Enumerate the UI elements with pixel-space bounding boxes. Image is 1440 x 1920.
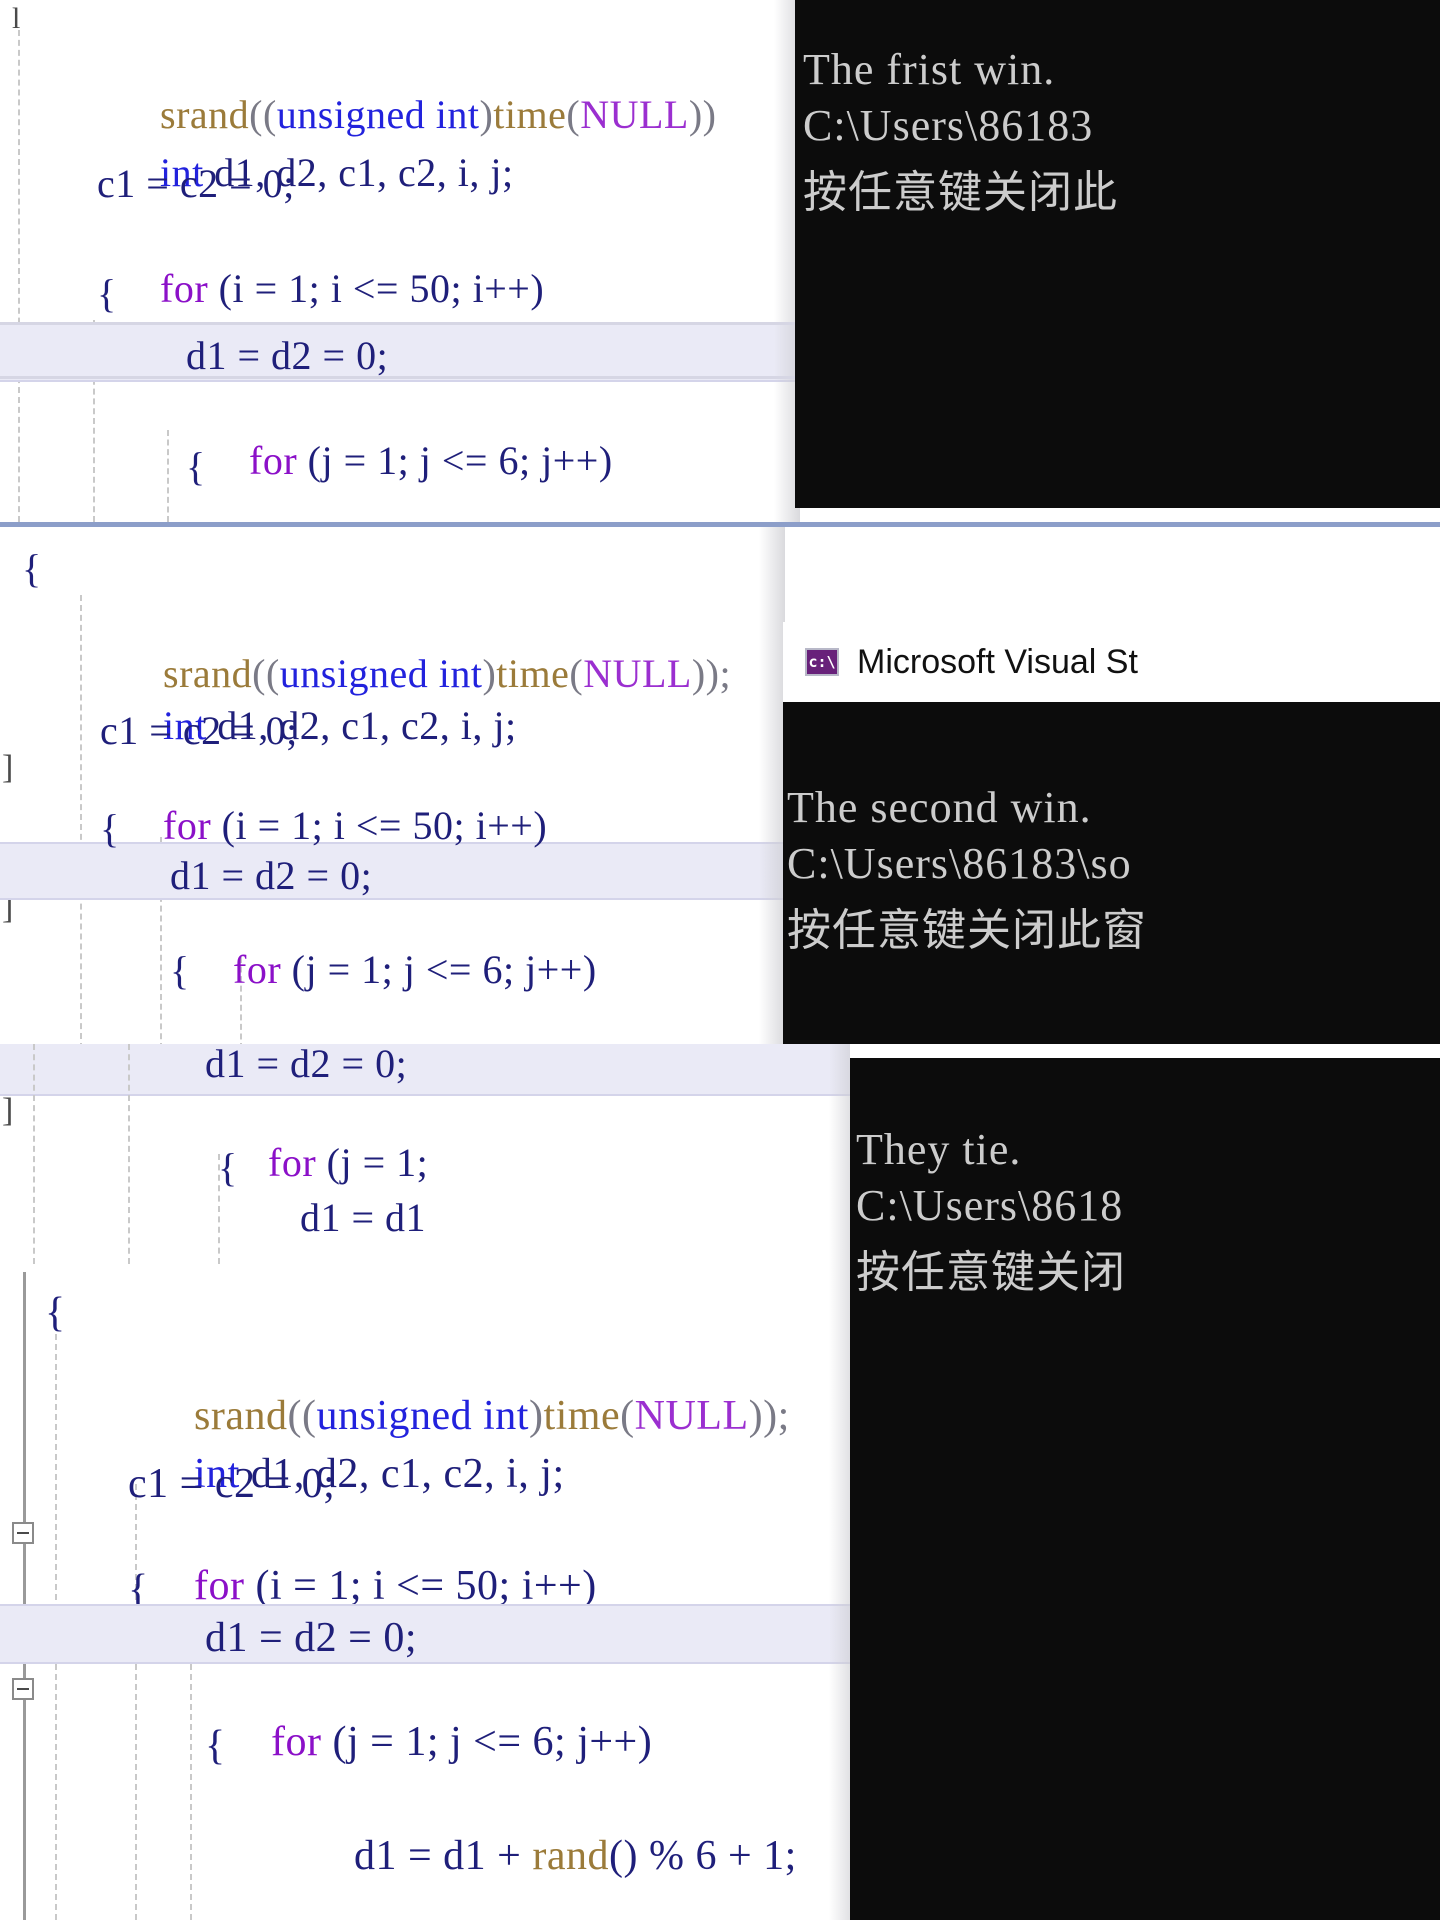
- code-line-brace-open-inner: {: [205, 1723, 226, 1769]
- code-line-brace-open-outer: {: [45, 1290, 66, 1336]
- code-line-dice-remnant: d1 = d1: [300, 1195, 427, 1240]
- token-null: NULL: [580, 92, 689, 137]
- console-output-result: The frist win.: [803, 45, 1056, 94]
- token-for: for: [268, 1140, 317, 1185]
- token-null: NULL: [583, 651, 692, 696]
- token-null: NULL: [634, 1393, 749, 1439]
- indent-guide: [18, 30, 20, 522]
- console-window-1[interactable]: The frist win. C:\Users\86183 按任意键关闭此: [795, 0, 1440, 508]
- token-for: for: [160, 266, 209, 311]
- code-line-brace-open: {: [100, 806, 120, 851]
- console-output-path: C:\Users\86183: [803, 101, 1094, 150]
- console-window-3[interactable]: They tie. C:\Users\8618 按任意键关闭: [850, 1044, 1440, 1920]
- indent-guide: [128, 1044, 130, 1264]
- window-title-text: Microsoft Visual St: [857, 642, 1138, 681]
- gutter-stray-bracket: ]: [2, 749, 14, 786]
- console-window-2[interactable]: The second win. C:\Users\86183\so 按任意键关闭…: [783, 702, 1440, 1044]
- code-editor-1[interactable]: l srand((unsigned int)time(NULL)) int d1…: [0, 0, 800, 522]
- code-line-brace-open-outer: {: [22, 546, 42, 591]
- token-for: for: [163, 803, 212, 848]
- editor-left-border: [23, 1272, 26, 1920]
- current-line-highlight: [0, 1604, 855, 1664]
- console-output-result: The second win.: [787, 783, 1092, 832]
- code-line-reset: d1 = d2 = 0;: [205, 1615, 418, 1661]
- code-line-brace-remnant: {: [218, 1145, 238, 1190]
- console-output-path: C:\Users\86183\so: [787, 839, 1132, 888]
- indent-guide: [80, 595, 82, 1044]
- code-editor-2[interactable]: ] ] { srand((unsigned int)time(NULL)); i…: [0, 527, 785, 1044]
- code-line-dice1: d1 = d1 + rand() % 6 + 1;: [250, 995, 735, 1044]
- panel-divider-soft: [0, 376, 795, 379]
- console-output-prompt: 按任意键关闭此: [803, 167, 1118, 218]
- console-window-titlebar[interactable]: c:\ Microsoft Visual St: [783, 622, 1440, 702]
- code-line-brace-open-inner: {: [186, 444, 206, 489]
- panel-divider-soft: [0, 322, 795, 325]
- console-output-prompt: 按任意键关闭此窗: [787, 905, 1147, 956]
- code-editor-3[interactable]: ] d1 = d2 = 0; for (j = 1; { d1 = d1 { s…: [0, 1044, 855, 1920]
- token-rand: rand: [532, 1833, 610, 1879]
- code-line-reset: d1 = d2 = 0;: [170, 853, 373, 898]
- token-for: for: [249, 438, 298, 483]
- code-line-brace-open: {: [97, 271, 117, 316]
- screenshot-panel-3: ] d1 = d2 = 0; for (j = 1; { d1 = d1 { s…: [0, 1044, 1440, 1920]
- fold-toggle-inner[interactable]: [12, 1678, 34, 1700]
- token-for: for: [233, 947, 282, 992]
- code-line-reset: d1 = d2 = 0;: [186, 333, 389, 378]
- indent-guide: [167, 430, 169, 522]
- screenshot-panel-1: l srand((unsigned int)time(NULL)) int d1…: [0, 0, 1440, 522]
- token-for: for: [194, 1563, 245, 1609]
- token-for: for: [271, 1719, 322, 1765]
- code-line-init: c1 = c2 = 0;: [100, 708, 298, 753]
- code-line-dice1: d1 = d1 + rand() % 6 + 1;: [354, 1833, 797, 1879]
- code-line-brace-open-inner: {: [170, 948, 190, 993]
- console-output-result: They tie.: [856, 1125, 1022, 1174]
- fold-toggle-outer[interactable]: [12, 1522, 34, 1544]
- gutter-stray-glyph: l: [12, 2, 21, 35]
- editor-right-shade: [759, 527, 785, 1044]
- code-line-init: c1 = c2 = 0;: [97, 161, 295, 206]
- console-output-path: C:\Users\8618: [856, 1181, 1124, 1230]
- gutter-stray-bracket: ]: [2, 1092, 14, 1129]
- code-line-dice1-clipped: d1 = d1 + rand() % 6 + 1;: [260, 500, 745, 522]
- console-window-top-gap: [850, 1044, 1440, 1058]
- console-cmd-icon: c:\: [805, 648, 839, 676]
- console-output-prompt: 按任意键关闭: [856, 1247, 1126, 1298]
- indent-guide: [33, 1044, 35, 1264]
- code-line-reset-remnant: d1 = d2 = 0;: [205, 1044, 408, 1086]
- code-line-init: c1 = c2 = 0;: [128, 1461, 336, 1507]
- screenshot-panel-2: ] ] { srand((unsigned int)time(NULL)); i…: [0, 522, 1440, 1044]
